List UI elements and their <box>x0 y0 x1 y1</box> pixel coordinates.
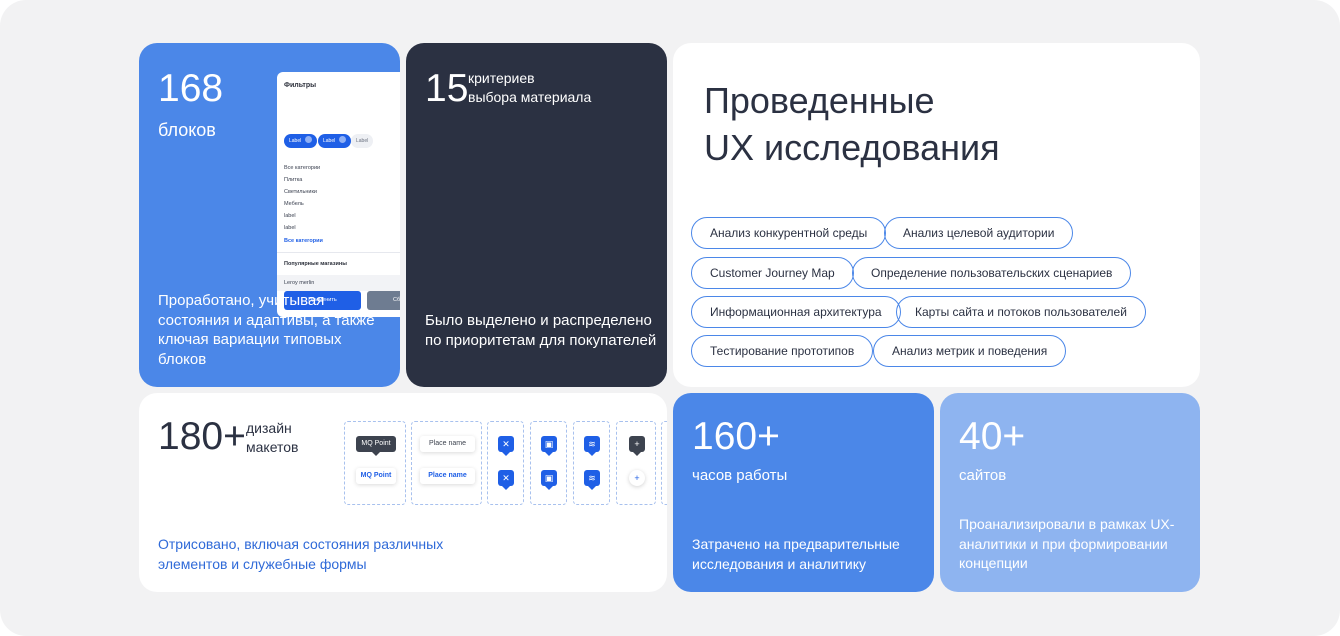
wifi-pin-icon: ≋ <box>584 436 600 456</box>
chip-label: Label <box>289 138 302 144</box>
ux-research-card: Проведенные UX исследования Анализ конку… <box>673 43 1200 387</box>
sites-description: Проанализировали в рамках UX-аналитики и… <box>959 516 1175 571</box>
chip-close-icon <box>305 136 313 143</box>
divider <box>277 252 400 253</box>
sites-unit: сайтов <box>959 467 1007 484</box>
blocks-stat-card: 168 блоков Фильтры Label Label Label Все… <box>139 43 400 387</box>
shop-item[interactable]: Leroy merlin <box>284 280 314 286</box>
research-tag: Карты сайта и потоков пользователей <box>896 296 1146 328</box>
ux-title-line: UX исследования <box>704 127 1000 168</box>
shopping-bag-pin-icon: ▣ <box>541 436 557 456</box>
ux-research-title: Проведенные UX исследования <box>704 77 1000 171</box>
criteria-count: 15 <box>425 67 469 110</box>
cropped-component <box>661 421 667 505</box>
criteria-subtitle-line: критериев <box>468 70 535 86</box>
research-tag: Анализ целевой аудитории <box>884 217 1074 249</box>
chip-label: Label <box>356 138 369 144</box>
wifi-pin-icon: ≋ <box>584 470 600 490</box>
all-categories-link[interactable]: Все категории <box>284 238 323 244</box>
add-pin-component: + + <box>616 421 656 505</box>
category-item[interactable]: Плитка <box>284 177 302 183</box>
criteria-subtitle: критериев выбора материала <box>468 69 648 107</box>
filter-chip-active[interactable]: Label <box>318 134 352 148</box>
criteria-subtitle-line: выбора материала <box>468 89 592 105</box>
designs-subtitle-line: дизайн <box>246 420 292 436</box>
place-name-tooltip: Place name <box>420 436 475 452</box>
place-name-tooltip-active: Place name <box>420 468 475 484</box>
restaurant-pin-component: ✕ ✕ <box>487 421 524 505</box>
category-item[interactable]: Светильники <box>284 189 317 195</box>
designs-stat-card: 180+ дизайн макетов MQ Point MQ Point Pl… <box>139 393 667 592</box>
wifi-pin-component: ≋ ≋ <box>573 421 610 505</box>
mq-point-tooltip-light: MQ Point <box>356 468 396 484</box>
restaurant-pin-icon: ✕ <box>498 470 514 490</box>
blocks-count: 168 <box>158 67 224 110</box>
research-tag: Тестирование прототипов <box>691 335 874 367</box>
place-name-component: Place name Place name <box>411 421 482 505</box>
filters-title: Фильтры <box>284 82 317 89</box>
chip-label: Label <box>323 138 336 144</box>
designs-subtitle-line: макетов <box>246 439 299 455</box>
category-item[interactable]: Мебель <box>284 201 304 207</box>
chip-close-icon <box>339 136 347 143</box>
page-background: 168 блоков Фильтры Label Label Label Все… <box>0 0 1340 636</box>
designs-subtitle: дизайн макетов <box>246 419 299 457</box>
mq-point-component: MQ Point MQ Point <box>344 421 406 505</box>
research-tag: Customer Journey Map <box>691 257 854 289</box>
shopping-bag-pin-icon: ▣ <box>541 470 557 490</box>
hours-description: Затрачено на предварительные исследовани… <box>692 536 900 572</box>
filters-preview-panel: Фильтры Label Label Label Все категории … <box>277 72 400 317</box>
research-tag: Определение пользовательских сценариев <box>852 257 1132 289</box>
category-item[interactable]: label <box>284 213 296 219</box>
category-item[interactable]: label <box>284 225 296 231</box>
plus-button-icon: + <box>629 470 645 486</box>
research-tag: Информационная архитектура <box>691 296 901 328</box>
hours-count: 160+ <box>692 415 780 458</box>
mq-point-tooltip-dark: MQ Point <box>356 436 396 456</box>
hours-stat-card: 160+ часов работы Затрачено на предварит… <box>673 393 934 592</box>
restaurant-pin-icon: ✕ <box>498 436 514 456</box>
designs-description: Отрисовано, включая состояния различных … <box>158 536 444 572</box>
popular-shops-heading: Популярные магазины <box>284 261 347 267</box>
criteria-stat-card: 15 критериев выбора материала Было выдел… <box>406 43 667 387</box>
sites-count: 40+ <box>959 415 1026 458</box>
blocks-unit: блоков <box>158 120 216 140</box>
filter-chip-inactive[interactable]: Label <box>351 134 374 148</box>
research-tag: Анализ конкурентной среды <box>691 217 887 249</box>
designs-count: 180+ <box>158 415 246 458</box>
ux-title-line: Проведенные <box>704 80 935 121</box>
plus-pin-icon: + <box>629 436 645 456</box>
sites-stat-card: 40+ сайтов Проанализировали в рамках UX-… <box>940 393 1200 592</box>
criteria-description: Было выделено и распределено по приорите… <box>425 312 657 349</box>
hours-unit: часов работы <box>692 467 788 484</box>
filter-chip-active[interactable]: Label <box>284 134 318 148</box>
blocks-description: Проработано, учитывая состояния и адапти… <box>158 292 375 368</box>
category-item[interactable]: Все категории <box>284 165 320 171</box>
research-tag: Анализ метрик и поведения <box>873 335 1067 367</box>
shop-pin-component: ▣ ▣ <box>530 421 567 505</box>
